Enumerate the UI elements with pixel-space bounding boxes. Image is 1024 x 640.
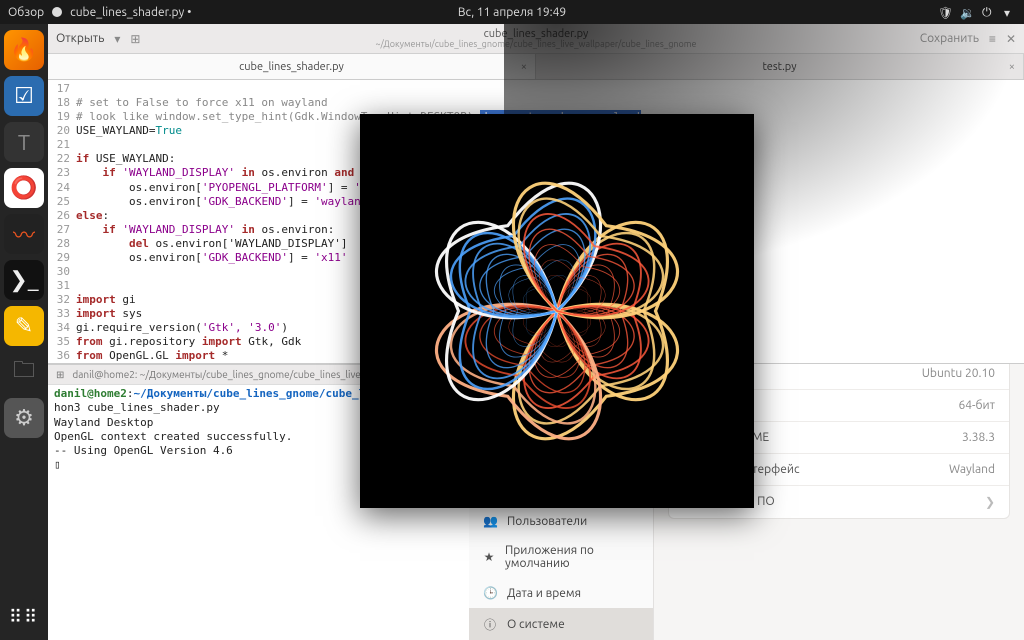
sidebar-item-label: Дата и время [507,587,581,600]
editor-tab-bar: cube_lines_shader.py × test.py × [48,54,1024,80]
users-icon: 👥 [483,514,497,528]
dock-app-firefox[interactable]: 🔥 [4,30,44,70]
dock-app-terminal[interactable]: ❯_ [4,260,44,300]
checklist-icon: ☑ [14,83,34,109]
shield-icon[interactable]: 🛡 [938,6,950,18]
sidebar-item-users[interactable]: 👥 Пользователи [469,506,653,536]
info-value: Wayland [949,463,995,476]
chevron-down-icon[interactable]: ▾ [1004,6,1016,18]
top-panel: Обзор cube_lines_shader.py • Вс, 11 апре… [0,0,1024,24]
sidebar-item-label: О системе [507,618,565,631]
chevron-right-icon: ❯ [985,496,995,509]
new-tab-button[interactable]: ⊞ [130,32,140,46]
star-icon: ★ [483,550,495,564]
gear-icon: ⚙ [14,405,34,431]
activities-button[interactable]: Обзор [8,6,44,19]
save-button[interactable]: Сохранить [920,32,979,45]
pencil-icon: ✎ [15,313,33,339]
tab-label: test.py [762,61,796,73]
pulse-icon: 〰 [13,218,35,250]
focused-app-title[interactable]: cube_lines_shader.py • [70,6,191,19]
tab-test-py[interactable]: test.py × [536,54,1024,79]
info-value: 3.38.3 [962,431,995,444]
sidebar-item-label: Пользователи [507,515,587,528]
dock: 🔥 ☑ T ⭕ 〰 ❯_ ✎ 🗀 ⚙ ⠿⠿ [0,24,48,640]
open-button[interactable]: Открыть [56,32,104,45]
tab-cube-lines-shader[interactable]: cube_lines_shader.py × [48,54,536,79]
dock-app-text-editor[interactable]: ✎ [4,306,44,346]
close-icon[interactable]: × [521,61,527,73]
sidebar-item-label: Приложения по умолчанию [505,544,639,570]
sidebar-item-datetime[interactable]: 🕒 Дата и время [469,578,653,608]
desktop: ♿Вспомогательные технологии 👥Пользовател… [48,24,1024,640]
shader-output [360,114,754,508]
editor-toolbar: Открыть ▾ ⊞ cube_lines_shader.py ~/Докум… [48,24,1024,54]
chevron-down-icon[interactable]: ▾ [114,32,120,46]
app-indicator-dot [52,7,62,17]
sidebar-item-about[interactable]: ⓘ О системе [469,608,653,640]
tab-label: cube_lines_shader.py [239,61,344,73]
firefox-icon: 🔥 [10,37,37,63]
line-number-gutter: 1718192021222324252627282930313233343536… [48,80,74,363]
dock-app-monitor[interactable]: 〰 [4,214,44,254]
opengl-render-window[interactable] [360,114,754,508]
terminal-icon: ❯_ [9,267,38,293]
terminal-title: danil@home2: ~/Документы/cube_lines_gnom… [72,369,406,380]
show-applications-button[interactable]: ⠿⠿ [9,607,39,628]
dock-app-files[interactable]: 🗀 [4,352,44,392]
new-tab-icon[interactable]: ⊞ [56,369,64,381]
clock-icon: 🕒 [483,586,497,600]
info-value: 64-бит [959,399,996,412]
hamburger-icon[interactable]: ≡ [989,32,996,46]
dock-app-settings[interactable]: ⚙ [4,398,44,438]
sidebar-item-default-apps[interactable]: ★ Приложения по умолчанию [469,536,653,578]
fonts-icon: T [18,130,30,155]
dock-app-fonts[interactable]: T [4,122,44,162]
info-value: Ubuntu 20.10 [922,367,995,380]
info-icon: ⓘ [483,616,497,633]
folder-icon: 🗀 [13,353,35,391]
editor-subtitle: ~/Документы/cube_lines_gnome/cube_lines_… [375,40,696,50]
lifebuoy-icon: ⭕ [10,175,37,201]
dock-app-todo[interactable]: ☑ [4,76,44,116]
clock[interactable]: Вс, 11 апреля 19:49 [458,6,566,19]
power-icon[interactable]: ⏻ [982,6,994,18]
volume-icon[interactable]: 🔉 [960,6,972,18]
close-icon[interactable]: ✕ [1006,32,1016,46]
close-icon[interactable]: × [1009,61,1015,73]
dock-app-help[interactable]: ⭕ [4,168,44,208]
